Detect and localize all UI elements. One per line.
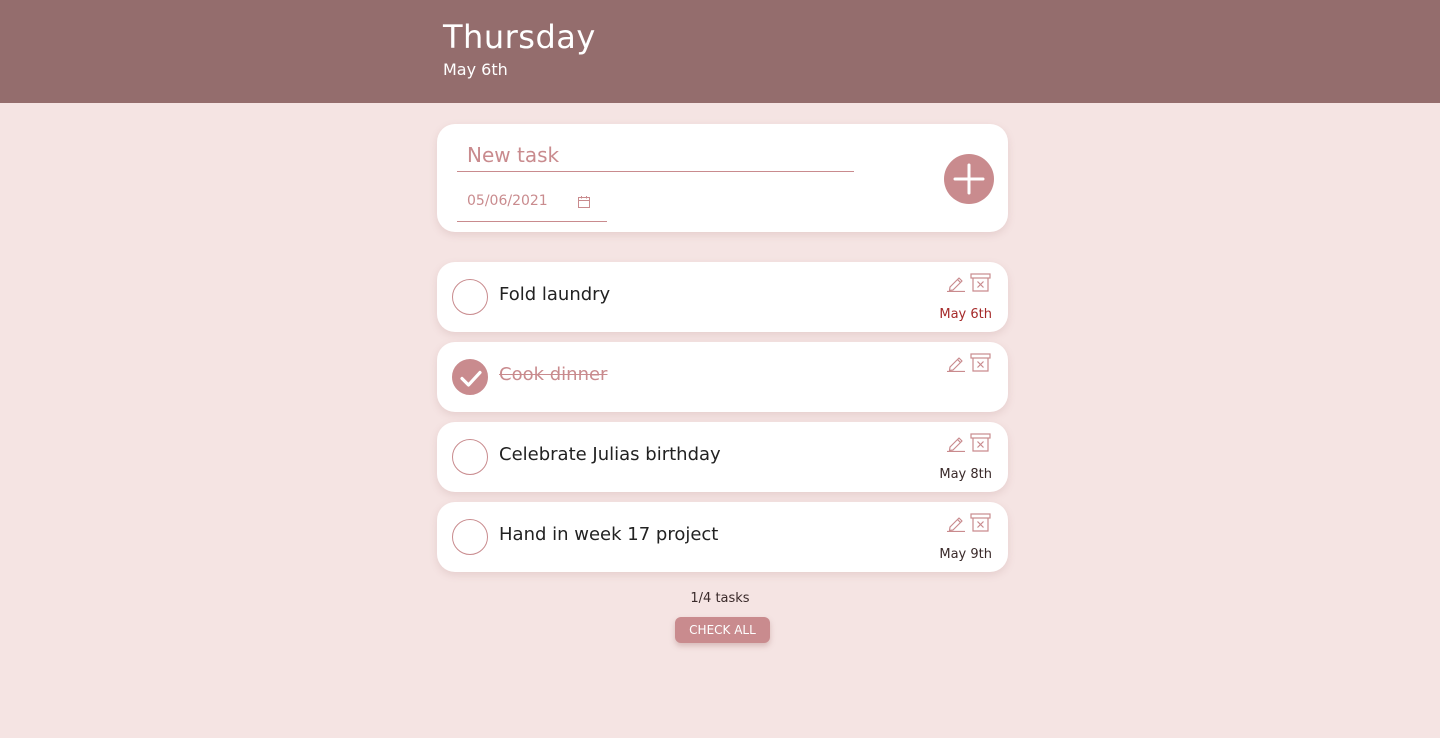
task-label: Celebrate Julias birthday: [499, 444, 721, 465]
task-due-date: May 6th: [939, 307, 992, 322]
delete-icon[interactable]: [970, 273, 991, 292]
edit-icon[interactable]: [946, 274, 966, 293]
task-item: Cook dinner: [437, 342, 1008, 412]
task-label: Fold laundry: [499, 284, 611, 305]
task-checkbox[interactable]: [452, 439, 488, 475]
edit-icon[interactable]: [946, 354, 966, 373]
task-count: 1/4 tasks: [690, 591, 750, 606]
check-all-button[interactable]: CHECK ALL: [675, 617, 770, 643]
add-task-button[interactable]: [944, 154, 994, 204]
task-item: Celebrate Julias birthday May 8th: [437, 422, 1008, 492]
calendar-icon[interactable]: [577, 195, 591, 209]
edit-icon[interactable]: [946, 434, 966, 453]
current-date: May 6th: [443, 60, 508, 79]
task-label: Cook dinner: [499, 364, 608, 385]
due-date-value: 05/06/2021: [467, 193, 548, 209]
edit-icon[interactable]: [946, 514, 966, 533]
task-due-date: May 8th: [939, 467, 992, 482]
delete-icon[interactable]: [970, 433, 991, 452]
plus-icon: [953, 163, 985, 195]
task-checkbox[interactable]: [452, 279, 488, 315]
delete-icon[interactable]: [970, 513, 991, 532]
due-date-picker[interactable]: 05/06/2021: [457, 186, 607, 222]
app-header: Thursday May 6th: [0, 0, 1440, 103]
delete-icon[interactable]: [970, 353, 991, 372]
task-item: Fold laundry May 6th: [437, 262, 1008, 332]
task-checkbox[interactable]: [452, 519, 488, 555]
new-task-card: 05/06/2021: [437, 124, 1008, 232]
checkmark-icon: [460, 370, 482, 387]
task-checkbox-checked[interactable]: [452, 359, 488, 395]
weekday-title: Thursday: [443, 18, 596, 56]
new-task-input[interactable]: [457, 138, 854, 172]
task-due-date: May 9th: [939, 547, 992, 562]
task-item: Hand in week 17 project May 9th: [437, 502, 1008, 572]
task-label: Hand in week 17 project: [499, 524, 719, 545]
